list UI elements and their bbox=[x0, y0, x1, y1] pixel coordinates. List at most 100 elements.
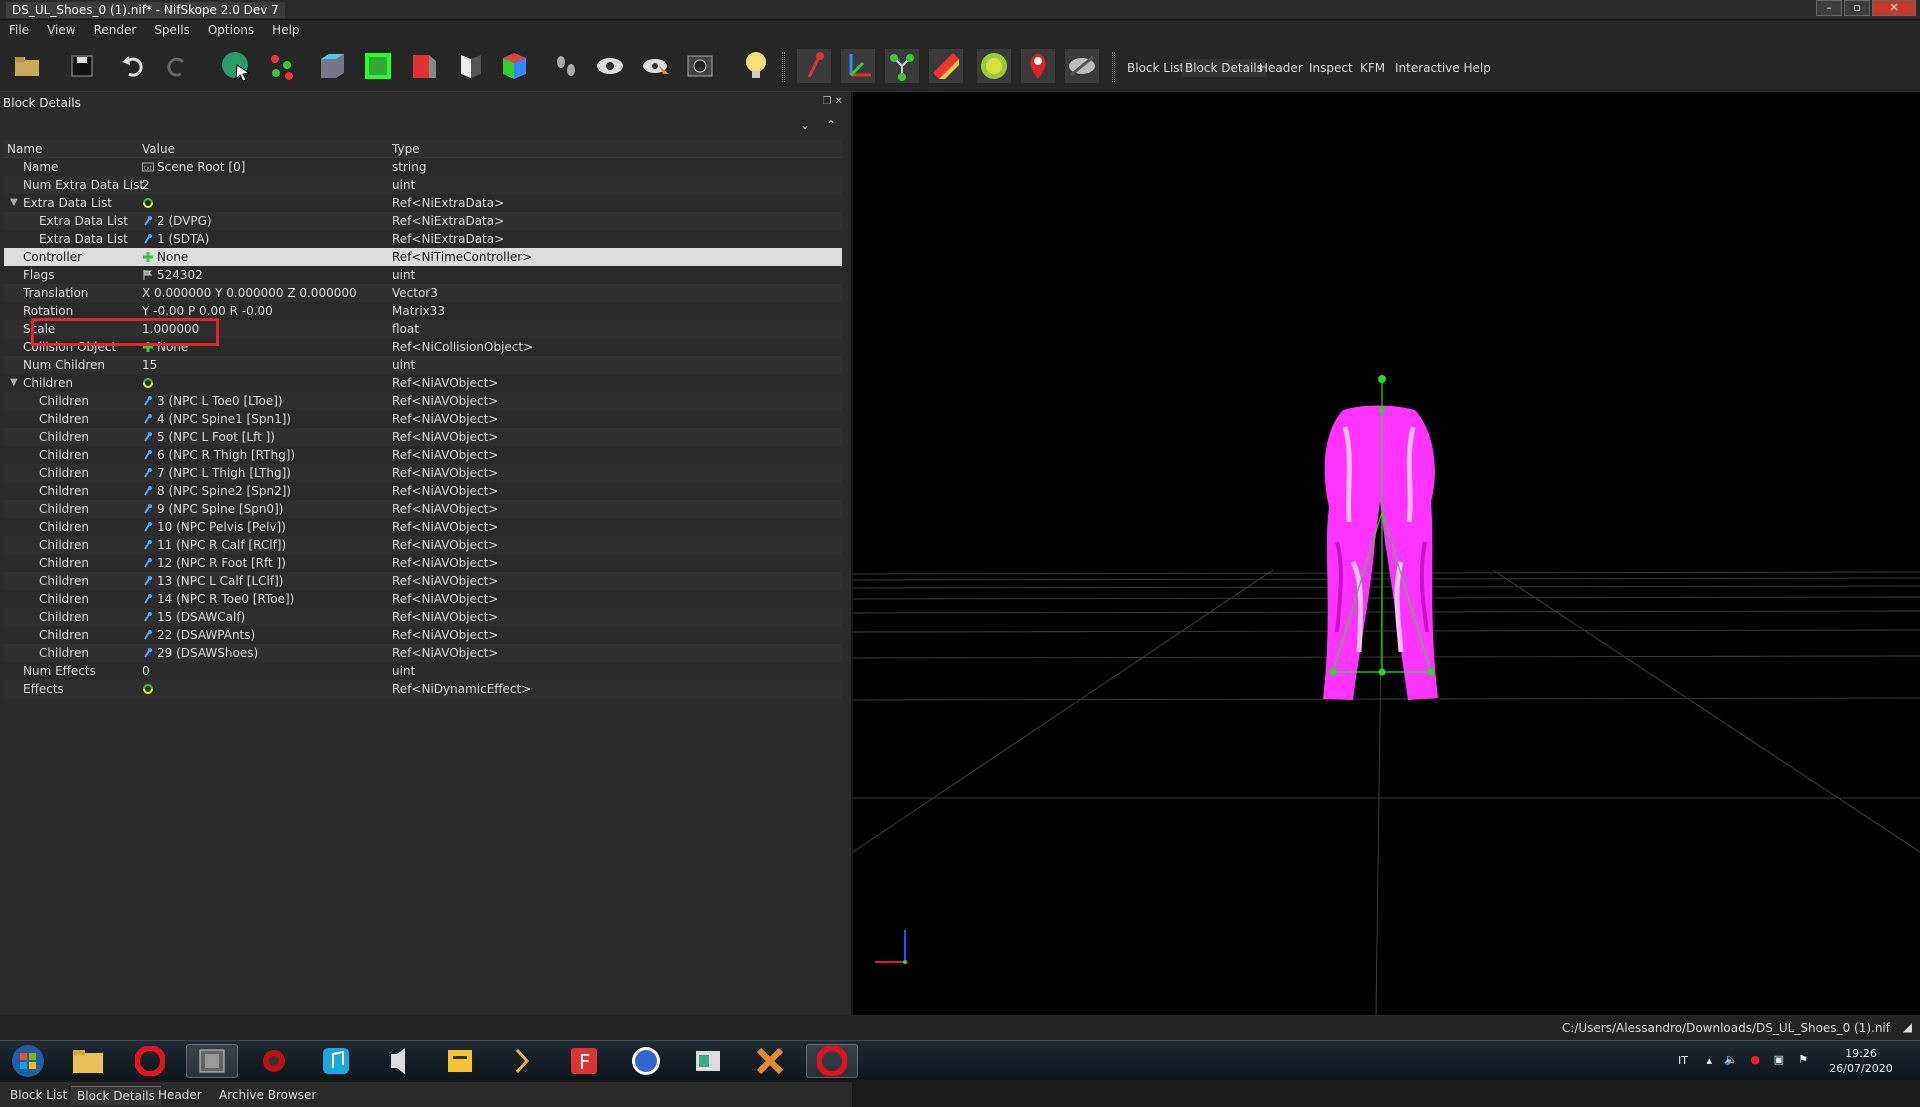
tree-row[interactable]: Children 12 (NPC R Foot [Rft ]) Ref<NiAVOb… bbox=[4, 554, 842, 572]
column-type[interactable]: Type bbox=[392, 142, 420, 156]
resize-grip-icon[interactable]: ◢ bbox=[1903, 1020, 1912, 1034]
row-value-cell[interactable]: 11 (NPC R Calf [RClf]) bbox=[142, 538, 286, 552]
lightbulb-icon[interactable] bbox=[736, 48, 776, 84]
row-value-cell[interactable]: 7 (NPC L Thigh [LThg]) bbox=[142, 466, 291, 480]
tree-row[interactable]: Flags 524302 uint bbox=[4, 266, 842, 284]
render-viewport[interactable] bbox=[853, 92, 1920, 1015]
row-value-cell[interactable]: 0 bbox=[142, 664, 150, 678]
row-value-cell[interactable]: 14 (NPC R Toe0 [RToe]) bbox=[142, 592, 294, 606]
window-app-icon[interactable] bbox=[682, 1044, 734, 1078]
row-value-cell[interactable]: 13 (NPC L Calf [LClf]) bbox=[142, 574, 283, 588]
tab-kfm[interactable]: KFM bbox=[1357, 59, 1388, 77]
menu-spells[interactable]: Spells bbox=[145, 20, 199, 40]
network-icon[interactable]: ▣ bbox=[1774, 1053, 1784, 1066]
start-button-icon[interactable] bbox=[2, 1044, 54, 1078]
row-value-cell[interactable]: 12 (NPC R Foot [Rft ]) bbox=[142, 556, 286, 570]
redo-icon[interactable] bbox=[157, 48, 197, 84]
row-value-cell[interactable]: 2 bbox=[142, 178, 150, 192]
marker-icon[interactable] bbox=[1018, 48, 1058, 84]
view-top-icon[interactable] bbox=[312, 48, 352, 84]
column-name[interactable]: Name bbox=[7, 142, 42, 156]
menu-view[interactable]: View bbox=[38, 20, 84, 40]
nifskope-taskbar-icon[interactable] bbox=[186, 1044, 238, 1078]
select-object-icon[interactable] bbox=[216, 48, 256, 84]
row-value-cell[interactable]: None bbox=[142, 250, 188, 264]
tab-archive-browser[interactable]: Archive Browser bbox=[213, 1086, 322, 1104]
float-icon[interactable]: ❐ bbox=[822, 96, 831, 107]
close-panel-icon[interactable]: ✕ bbox=[835, 96, 843, 107]
row-value-cell[interactable]: 4 (NPC Spine1 [Spn1]) bbox=[142, 412, 291, 426]
tree-row[interactable]: Children 4 (NPC Spine1 [Spn1]) Ref<NiAVObj… bbox=[4, 410, 842, 428]
tree-row[interactable]: Children 9 (NPC Spine [Spn0]) Ref<NiAVObje… bbox=[4, 500, 842, 518]
tab-header[interactable]: Header bbox=[1256, 59, 1306, 77]
row-value-cell[interactable]: 15 (DSAWCalf) bbox=[142, 610, 245, 624]
tree-row[interactable]: Children 10 (NPC Pelvis [Pelv]) Ref<NiAVOb… bbox=[4, 518, 842, 536]
view-side-icon[interactable] bbox=[404, 48, 444, 84]
row-value-cell[interactable]: Y -0.00 P 0.00 R -0.00 bbox=[142, 304, 273, 318]
row-value-cell[interactable] bbox=[142, 196, 157, 210]
undo-icon[interactable] bbox=[113, 48, 153, 84]
expand-icon[interactable]: ⌃ bbox=[826, 118, 836, 132]
f-app-icon[interactable]: F bbox=[558, 1044, 610, 1078]
row-value-cell[interactable]: 8 (NPC Spine2 [Spn2]) bbox=[142, 484, 291, 498]
tab-header-bottom[interactable]: Header bbox=[152, 1086, 208, 1104]
tree-row[interactable]: Controller None Ref<NiTimeController> bbox=[4, 248, 842, 266]
tree-row[interactable]: Children 14 (NPC R Toe0 [RToe]) Ref<NiAVOb… bbox=[4, 590, 842, 608]
tab-interactive-help[interactable]: Interactive Help bbox=[1392, 59, 1494, 77]
menu-file[interactable]: File bbox=[0, 20, 38, 40]
view-front-icon[interactable] bbox=[358, 48, 398, 84]
bug-app-icon[interactable] bbox=[248, 1044, 300, 1078]
screenshot-icon[interactable] bbox=[680, 48, 720, 84]
row-value-cell[interactable]: 10 (NPC Pelvis [Pelv]) bbox=[142, 520, 286, 534]
row-value-cell[interactable]: 6 (NPC R Thigh [RThg]) bbox=[142, 448, 295, 462]
minimize-button[interactable]: – bbox=[1816, 0, 1842, 16]
tree-row[interactable]: Effects Ref<NiDynamicEffect> bbox=[4, 680, 842, 698]
save-icon[interactable] bbox=[62, 48, 102, 84]
select-vertex-icon[interactable] bbox=[262, 48, 302, 84]
x-app-icon[interactable] bbox=[744, 1044, 796, 1078]
tree-row[interactable]: Extra Data List 2 (DVPG) Ref<NiExtraData> bbox=[4, 212, 842, 230]
constraints-icon[interactable] bbox=[974, 48, 1014, 84]
row-value-cell[interactable]: 524302 bbox=[142, 268, 203, 282]
tree-row[interactable]: Children 7 (NPC L Thigh [LThg]) Ref<NiAVOb… bbox=[4, 464, 842, 482]
row-value-cell[interactable]: 29 (DSAWShoes) bbox=[142, 646, 258, 660]
row-value-cell[interactable]: txt Scene Root [0] bbox=[142, 160, 245, 174]
open-folder-icon[interactable] bbox=[8, 48, 48, 84]
menu-help[interactable]: Help bbox=[263, 20, 308, 40]
flag-tray-icon[interactable]: ⚑ bbox=[1798, 1053, 1808, 1066]
tree-row[interactable]: Children 13 (NPC L Calf [LClf]) Ref<NiAVOb… bbox=[4, 572, 842, 590]
media-app-icon[interactable] bbox=[372, 1044, 424, 1078]
chevron-app-icon[interactable] bbox=[496, 1044, 548, 1078]
opera-icon[interactable] bbox=[124, 1044, 176, 1078]
row-value-cell[interactable]: X 0.000000 Y 0.000000 Z 0.000000 bbox=[142, 286, 357, 300]
tree-row[interactable]: Num Children 15 uint bbox=[4, 356, 842, 374]
footprints-icon[interactable] bbox=[546, 48, 586, 84]
tree-row[interactable]: Children 5 (NPC L Foot [Lft ]) Ref<NiAVObj… bbox=[4, 428, 842, 446]
row-value-cell[interactable]: 2 (DVPG) bbox=[142, 214, 212, 228]
tree-row[interactable]: ▼ Extra Data List Ref<NiExtraData> bbox=[4, 194, 842, 212]
tab-block-details[interactable]: Block Details bbox=[1182, 59, 1266, 77]
maximize-button[interactable]: ▫ bbox=[1844, 0, 1870, 16]
tree-row[interactable]: Num Effects 0 uint bbox=[4, 662, 842, 680]
row-value-cell[interactable]: 1 (SDTA) bbox=[142, 232, 209, 246]
row-value-cell[interactable] bbox=[142, 376, 157, 390]
expand-arrow-icon[interactable]: ▼ bbox=[10, 197, 18, 208]
tree-row[interactable]: Children 15 (DSAWCalf) Ref<NiAVObject> bbox=[4, 608, 842, 626]
tree-row[interactable]: Children 8 (NPC Spine2 [Spn2]) Ref<NiAVObj… bbox=[4, 482, 842, 500]
tab-inspect[interactable]: Inspect bbox=[1306, 59, 1356, 77]
tree-row[interactable]: ▼ Children Ref<NiAVObject> bbox=[4, 374, 842, 392]
axes-icon[interactable] bbox=[838, 48, 878, 84]
tree-row[interactable]: Name txt Scene Root [0] string bbox=[4, 158, 842, 176]
tab-block-details-bottom[interactable]: Block Details bbox=[71, 1086, 161, 1105]
notes-app-icon[interactable] bbox=[434, 1044, 486, 1078]
row-value-cell[interactable] bbox=[142, 682, 157, 696]
tree-row[interactable]: Children 22 (DSAWPAnts) Ref<NiAVObject> bbox=[4, 626, 842, 644]
tray-arrow-icon[interactable]: ▴ bbox=[1706, 1054, 1712, 1067]
tree-row[interactable]: Children 11 (NPC R Calf [RClf]) Ref<NiAVOb… bbox=[4, 536, 842, 554]
ffdec-app-icon[interactable] bbox=[620, 1044, 672, 1078]
mail-icon[interactable]: ● bbox=[1750, 1053, 1760, 1066]
expand-arrow-icon[interactable]: ▼ bbox=[10, 377, 18, 388]
tab-block-list-bottom[interactable]: Block List bbox=[4, 1086, 73, 1104]
tree-row[interactable]: Translation X 0.000000 Y 0.000000 Z 0.000… bbox=[4, 284, 842, 302]
column-value[interactable]: Value bbox=[142, 142, 175, 156]
